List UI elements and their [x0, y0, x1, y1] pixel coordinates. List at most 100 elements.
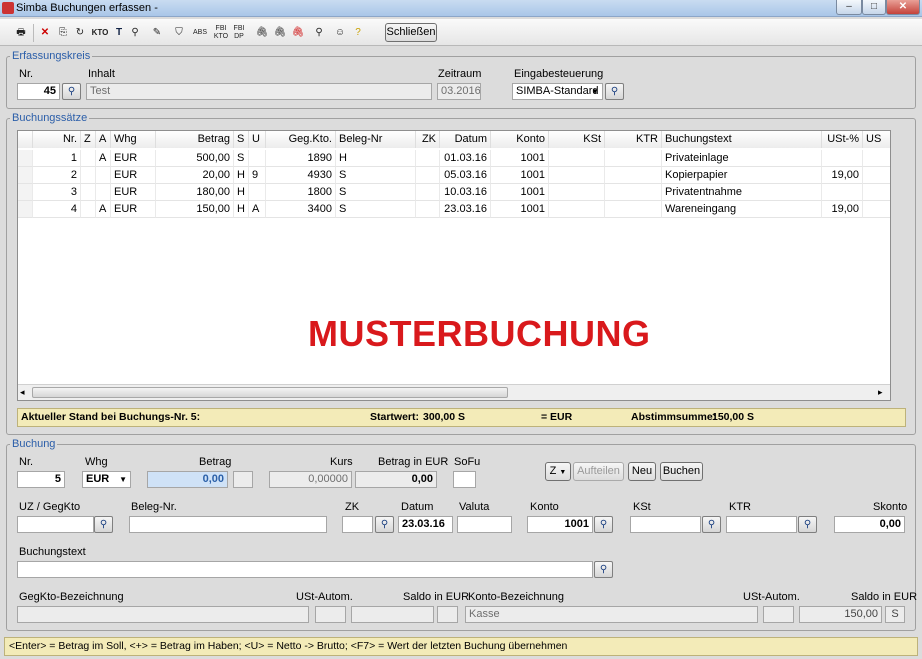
table-cell[interactable]: S	[336, 167, 416, 184]
maximize-button[interactable]: □	[862, 0, 886, 15]
table-cell[interactable]: 20,00	[156, 167, 234, 184]
table-cell[interactable]	[81, 150, 96, 167]
fb-dp-icon[interactable]: FBI DP	[230, 24, 248, 42]
table-cell[interactable]: A	[96, 150, 111, 167]
table-cell[interactable]	[81, 184, 96, 201]
column-header[interactable]: Beleg-Nr	[336, 131, 416, 148]
horizontal-scrollbar[interactable]: ◂ ▸	[18, 384, 890, 400]
table-cell[interactable]: EUR	[111, 167, 156, 184]
table-cell[interactable]: 500,00	[156, 150, 234, 167]
binoculars-icon[interactable]: ⚲	[594, 516, 613, 533]
table-cell[interactable]	[81, 201, 96, 218]
buchen-button[interactable]: Buchen	[660, 462, 703, 481]
binoculars-icon[interactable]: ⚲	[375, 516, 394, 533]
table-cell[interactable]: 2	[33, 167, 81, 184]
column-header[interactable]: Buchungstext	[662, 131, 822, 148]
table-cell[interactable]: H	[234, 201, 249, 218]
abs-icon[interactable]: ABS	[191, 24, 209, 42]
table-cell[interactable]	[863, 184, 890, 201]
table-cell[interactable]	[416, 167, 440, 184]
table-cell[interactable]: A	[249, 201, 266, 218]
recalc-icon[interactable]: ↻	[71, 24, 89, 42]
column-header[interactable]: A	[96, 131, 111, 148]
table-cell[interactable]: Privateinlage	[662, 150, 822, 167]
valuta-field[interactable]	[457, 516, 512, 533]
column-header[interactable]: Geg.Kto.	[266, 131, 336, 148]
buchungstext-field[interactable]	[17, 561, 593, 578]
column-header[interactable]: Z	[81, 131, 96, 148]
column-header[interactable]: US	[863, 131, 890, 148]
help-icon[interactable]: ?	[349, 24, 367, 42]
column-header[interactable]: KTR	[605, 131, 662, 148]
table-cell[interactable]	[416, 184, 440, 201]
beleg-nr-field[interactable]	[129, 516, 327, 533]
table-cell[interactable]: 05.03.16	[440, 167, 491, 184]
search-icon[interactable]: ⚲	[126, 24, 144, 42]
table-cell[interactable]	[416, 201, 440, 218]
table-cell[interactable]: 1001	[491, 167, 549, 184]
z-dropdown-button[interactable]: Z ▼	[545, 462, 571, 481]
table-cell[interactable]	[863, 150, 890, 167]
scroll-left-icon[interactable]: ◂	[20, 387, 25, 398]
table-cell[interactable]: 01.03.16	[440, 150, 491, 167]
table-cell[interactable]	[605, 184, 662, 201]
column-header[interactable]: Betrag	[156, 131, 234, 148]
sort-icon[interactable]: ✎	[148, 24, 166, 42]
table-cell[interactable]: 19,00	[822, 201, 863, 218]
clip-icon[interactable]: 🖇	[253, 24, 271, 42]
column-header[interactable]: Whg	[111, 131, 156, 148]
copy-icon[interactable]: ⎘	[54, 24, 72, 42]
table-cell[interactable]: 23.03.16	[440, 201, 491, 218]
column-header[interactable]: Konto	[491, 131, 549, 148]
table-cell[interactable]	[549, 167, 605, 184]
table-cell[interactable]	[605, 201, 662, 218]
scrollbar-thumb[interactable]	[32, 387, 508, 398]
zk-field[interactable]	[342, 516, 373, 533]
table-cell[interactable]	[549, 201, 605, 218]
table-cell[interactable]: 3	[33, 184, 81, 201]
betrag-field[interactable]: 0,00	[147, 471, 228, 488]
fb-kto-icon[interactable]: FBI KTO	[212, 24, 230, 42]
zeitraum-field[interactable]: 03.2016	[437, 83, 481, 100]
find-h-icon[interactable]: ⚲	[310, 24, 328, 42]
table-cell[interactable]: Privatentnahme	[662, 184, 822, 201]
row-header-corner[interactable]	[18, 131, 33, 148]
booking-table[interactable]: Nr. Z A Whg Betrag S U Geg.Kto. Beleg-Nr ZK Datum K…	[17, 130, 891, 401]
table-cell[interactable]: H	[234, 167, 249, 184]
betrag-side-field[interactable]	[233, 471, 253, 488]
table-cell[interactable]: S	[336, 201, 416, 218]
table-cell[interactable]: 1	[33, 150, 81, 167]
column-header[interactable]: Nr.	[33, 131, 81, 148]
binoculars-icon[interactable]: ⚲	[605, 83, 624, 100]
table-cell[interactable]: Wareneingang	[662, 201, 822, 218]
table-cell[interactable]: 4	[33, 201, 81, 218]
column-header[interactable]: U	[249, 131, 266, 148]
table-cell[interactable]: 180,00	[156, 184, 234, 201]
table-cell[interactable]	[549, 150, 605, 167]
table-cell[interactable]: 9	[249, 167, 266, 184]
sofu-field[interactable]	[453, 471, 476, 488]
table-cell[interactable]	[863, 167, 890, 184]
neu-button[interactable]: Neu	[628, 462, 656, 481]
table-cell[interactable]: H	[234, 184, 249, 201]
inhalt-field[interactable]: Test	[86, 83, 432, 100]
close-form-button[interactable]: Schließen	[385, 23, 437, 42]
row-selector[interactable]	[18, 167, 33, 184]
table-cell[interactable]: 150,00	[156, 201, 234, 218]
table-cell[interactable]: Kopierpapier	[662, 167, 822, 184]
table-cell[interactable]	[863, 201, 890, 218]
konto-field[interactable]: 1001	[527, 516, 593, 533]
aufteilen-button[interactable]: Aufteilen	[573, 462, 624, 481]
table-cell[interactable]: S	[234, 150, 249, 167]
table-cell[interactable]	[605, 150, 662, 167]
column-header[interactable]: KSt	[549, 131, 605, 148]
row-selector[interactable]	[18, 201, 33, 218]
table-cell[interactable]: H	[336, 150, 416, 167]
datum-field[interactable]: 23.03.16	[398, 516, 453, 533]
table-cell[interactable]: 1001	[491, 150, 549, 167]
table-cell[interactable]	[81, 167, 96, 184]
table-cell[interactable]: 19,00	[822, 167, 863, 184]
table-cell[interactable]: A	[96, 201, 111, 218]
table-cell[interactable]: 3400	[266, 201, 336, 218]
binoculars-icon[interactable]: ⚲	[798, 516, 817, 533]
